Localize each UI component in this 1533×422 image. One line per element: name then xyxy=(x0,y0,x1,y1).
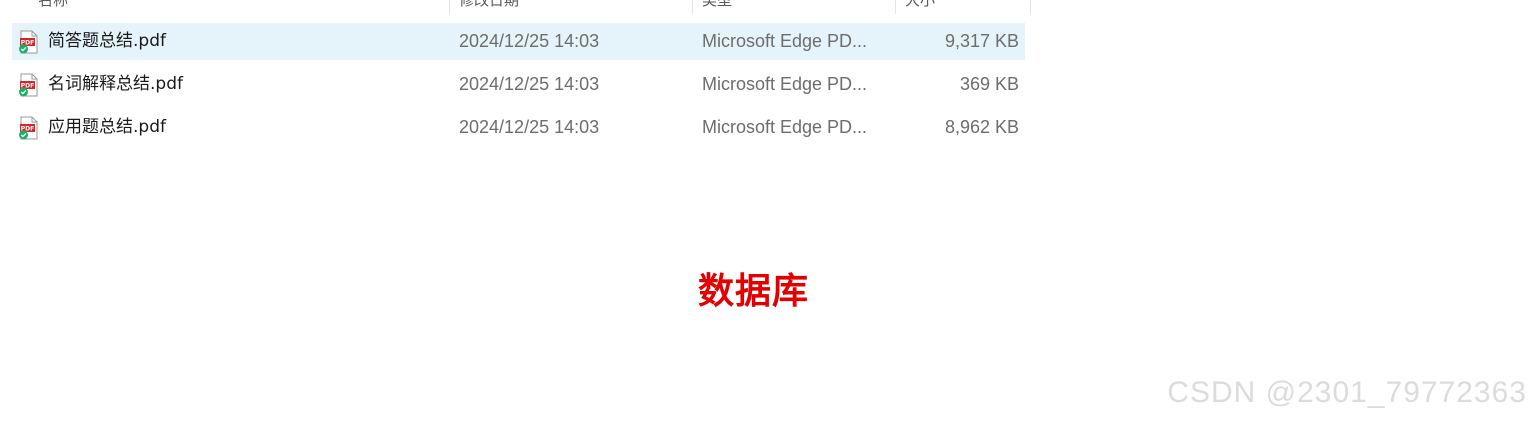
column-date-header[interactable]: 修改日期 xyxy=(459,0,519,12)
pdf-file-synced-icon: PDF xyxy=(19,73,38,97)
file-size: 9,317 KB xyxy=(944,31,1019,51)
file-explorer-view: 名称 修改日期 类型 大小 PDF 简答题总结.pdf 2024/12/25 1… xyxy=(0,0,1533,422)
column-divider[interactable] xyxy=(692,0,693,14)
file-type: Microsoft Edge PD... xyxy=(702,117,868,137)
file-row[interactable]: PDF 应用题总结.pdf 2024/12/25 14:03 Microsoft… xyxy=(12,109,1025,146)
column-name-header[interactable]: 名称 xyxy=(38,0,68,12)
column-divider[interactable] xyxy=(449,0,450,14)
file-modified-date: 2024/12/25 14:03 xyxy=(459,117,600,137)
column-size-header[interactable]: 大小 xyxy=(905,0,935,12)
file-name: 名词解释总结.pdf xyxy=(48,74,183,94)
file-type: Microsoft Edge PD... xyxy=(702,31,868,51)
file-name: 简答题总结.pdf xyxy=(48,31,166,51)
file-modified-date: 2024/12/25 14:03 xyxy=(459,74,600,94)
file-size: 8,962 KB xyxy=(944,117,1019,137)
caption-text: 数据库 xyxy=(698,271,810,312)
file-row[interactable]: PDF 简答题总结.pdf 2024/12/25 14:03 Microsoft… xyxy=(12,23,1025,60)
column-type-header[interactable]: 类型 xyxy=(702,0,732,12)
file-name: 应用题总结.pdf xyxy=(48,117,166,137)
column-header: 名称 修改日期 类型 大小 xyxy=(0,0,1031,14)
file-type: Microsoft Edge PD... xyxy=(702,74,868,94)
file-modified-date: 2024/12/25 14:03 xyxy=(459,31,600,51)
pdf-file-synced-icon: PDF xyxy=(19,30,38,54)
column-divider[interactable] xyxy=(895,0,896,14)
file-size: 369 KB xyxy=(959,74,1019,94)
column-divider[interactable] xyxy=(1030,0,1031,14)
pdf-file-synced-icon: PDF xyxy=(19,116,38,140)
watermark: CSDN @2301_79772363 xyxy=(1167,376,1527,409)
file-row[interactable]: PDF 名词解释总结.pdf 2024/12/25 14:03 Microsof… xyxy=(12,66,1025,103)
